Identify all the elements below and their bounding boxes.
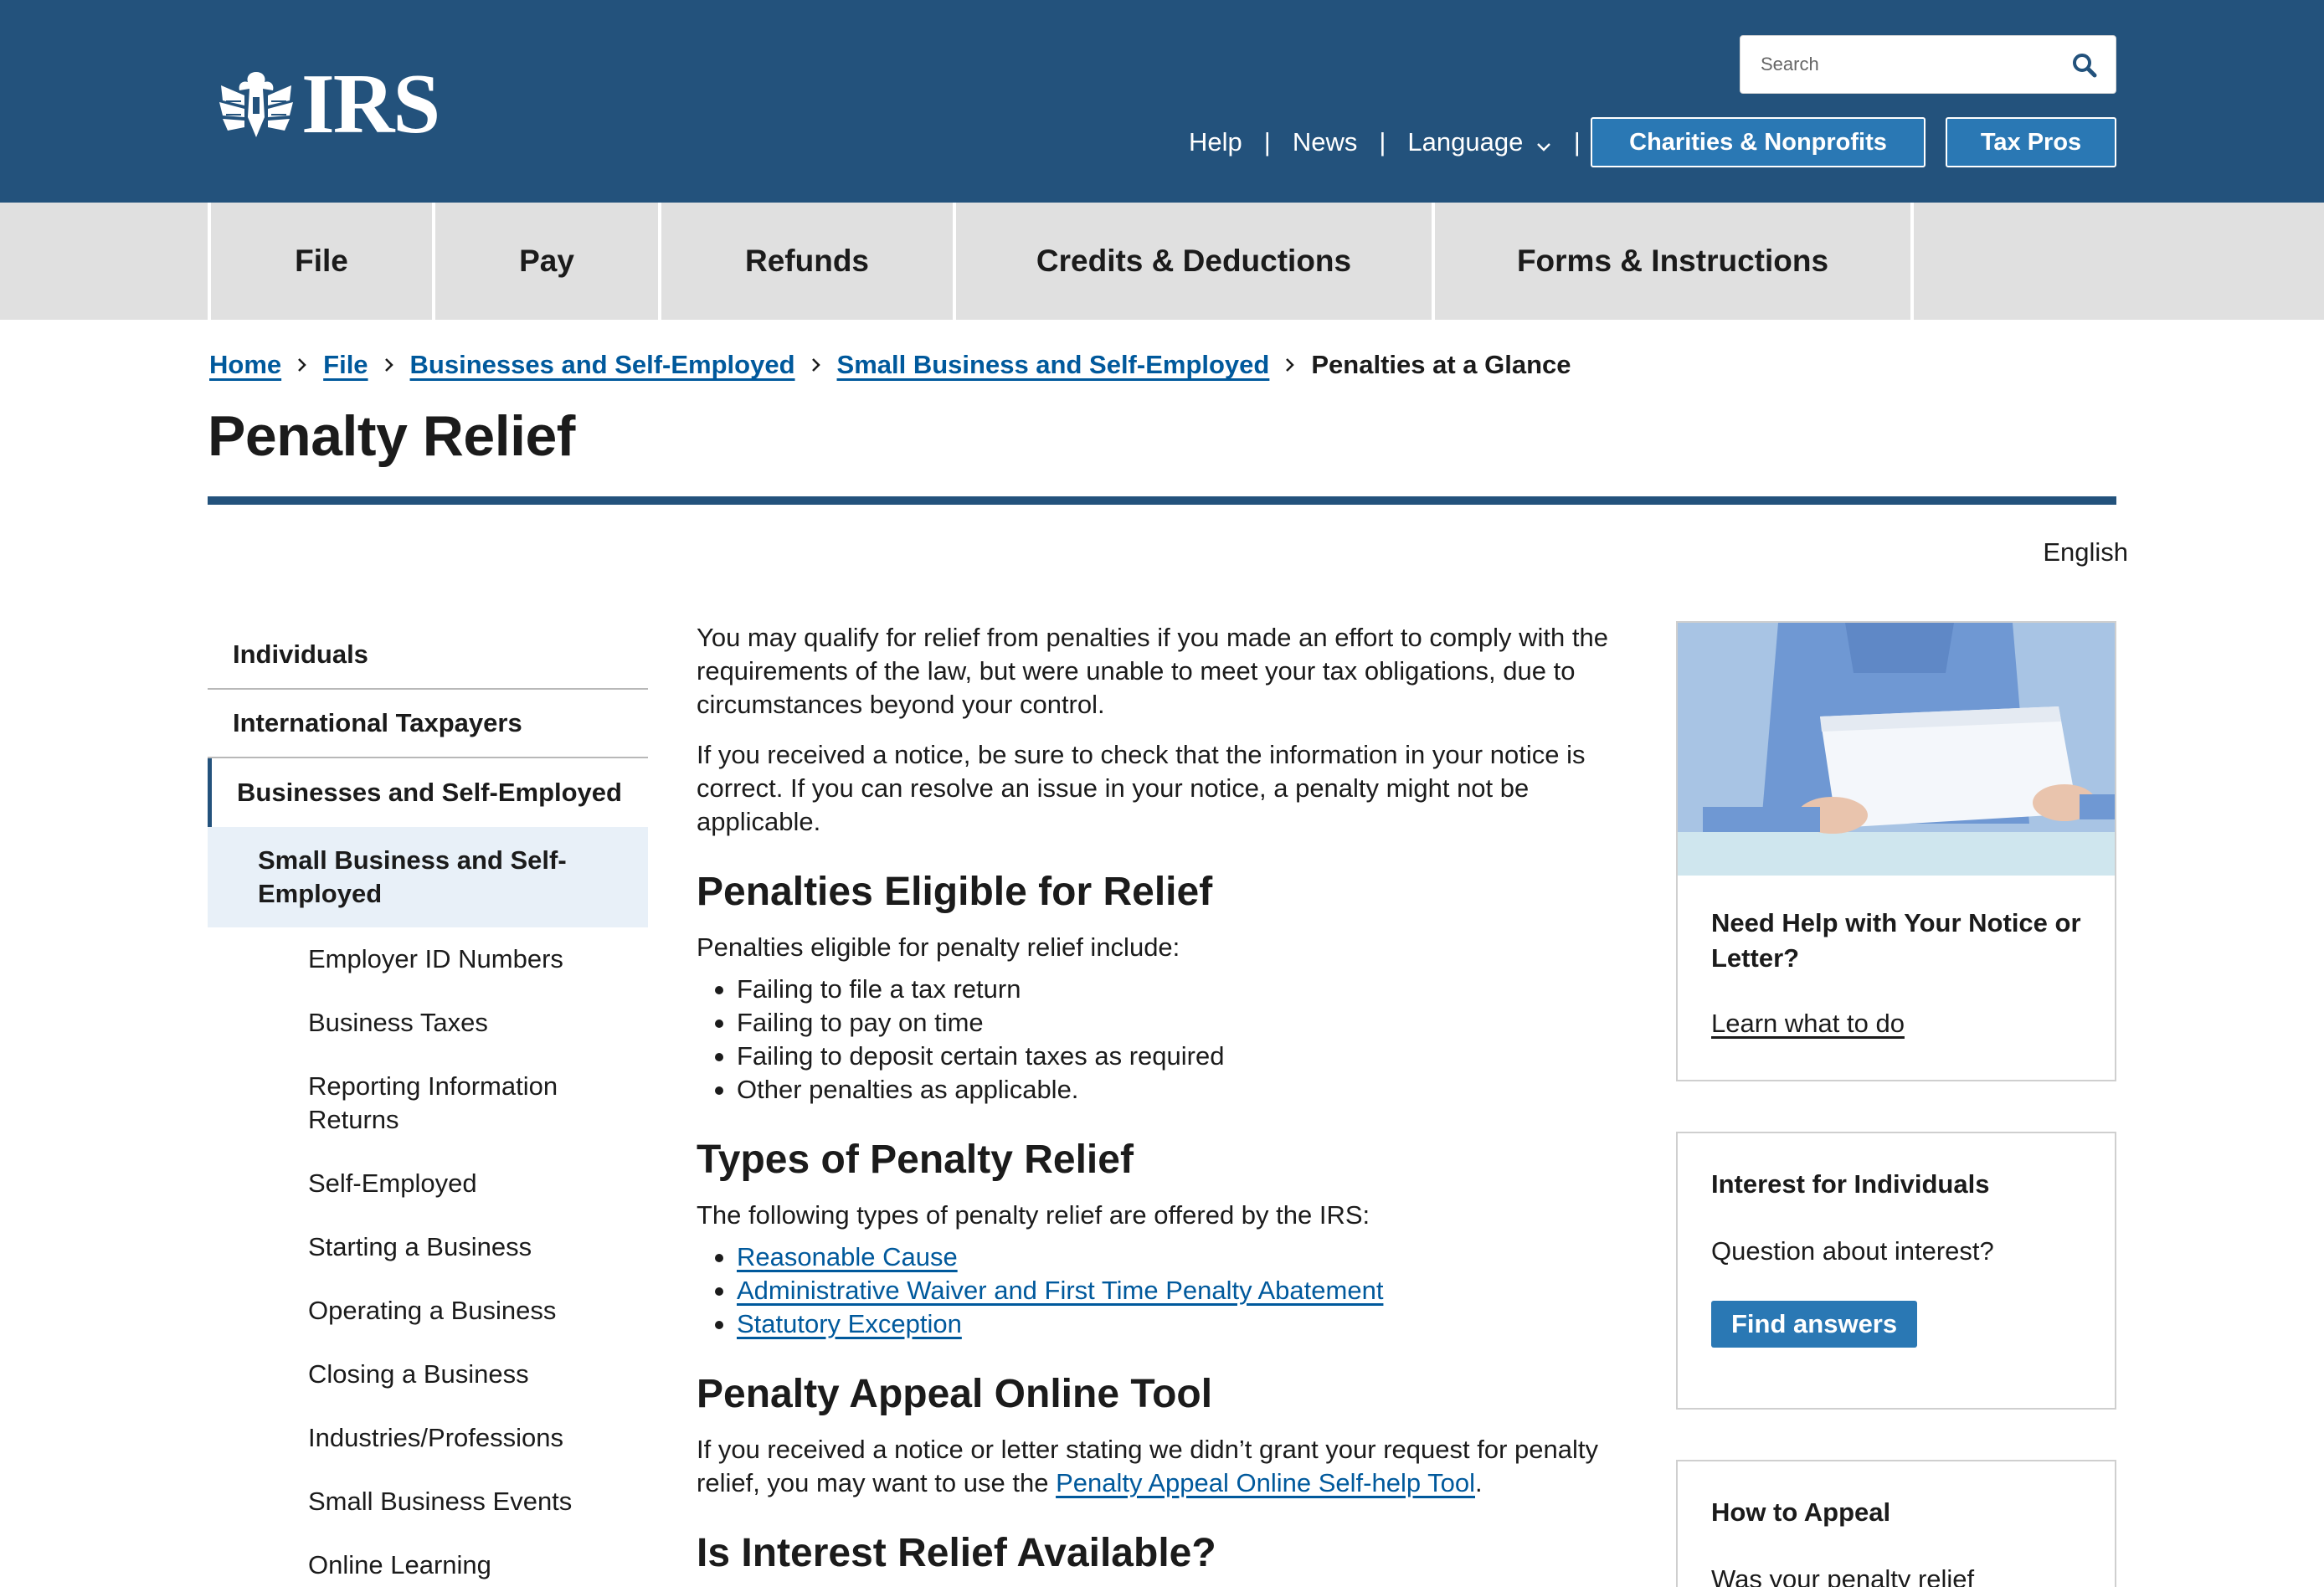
notice-help-card: Need Help with Your Notice or Letter? Le… <box>1676 621 2116 1081</box>
page-title: Penalty Relief <box>208 404 575 468</box>
search-box <box>1740 35 2116 94</box>
interest-card: Interest for Individuals Question about … <box>1676 1132 2116 1410</box>
sidebar-subitem-employer-id[interactable]: Employer ID Numbers <box>208 927 648 991</box>
site-header: IRS Help | News | Language | Charities &… <box>0 0 2324 203</box>
logo-text: IRS <box>301 57 440 152</box>
sidebar-subitem-industries[interactable]: Industries/Professions <box>208 1406 648 1470</box>
sidebar-nav: Individuals International Taxpayers Busi… <box>208 621 648 1587</box>
types-list: Reasonable Cause Administrative Waiver a… <box>697 1240 1659 1341</box>
nav-item-file[interactable]: File <box>208 203 432 320</box>
list-item: Failing to file a tax return <box>697 973 1659 1006</box>
help-link[interactable]: Help <box>1189 127 1242 157</box>
breadcrumb-small-business[interactable]: Small Business and Self-Employed <box>837 350 1270 380</box>
breadcrumb-current: Penalties at a Glance <box>1311 350 1571 379</box>
sidebar-item-businesses[interactable]: Businesses and Self-Employed <box>208 758 648 827</box>
list-item: Failing to pay on time <box>697 1006 1659 1040</box>
card-title: Need Help with Your Notice or Letter? <box>1711 908 2081 973</box>
news-link[interactable]: News <box>1293 127 1358 157</box>
statutory-exception-link[interactable]: Statutory Exception <box>737 1309 962 1338</box>
card-text: Question about interest? <box>1711 1236 1994 1266</box>
nav-divider <box>1910 203 1914 320</box>
breadcrumb-home[interactable]: Home <box>209 350 281 380</box>
nav-item-credits-deductions[interactable]: Credits & Deductions <box>953 203 1432 320</box>
chevron-down-icon <box>1536 142 1550 152</box>
sidebar-item-individuals[interactable]: Individuals <box>208 621 648 690</box>
learn-what-to-do-link[interactable]: Learn what to do <box>1711 1009 1905 1038</box>
nav-item-forms-instructions[interactable]: Forms & Instructions <box>1432 203 1910 320</box>
notice-photo <box>1678 623 2115 876</box>
tax-pros-button[interactable]: Tax Pros <box>1946 117 2116 167</box>
appeal-text-end: . <box>1475 1468 1483 1497</box>
search-button[interactable] <box>2070 51 2099 80</box>
language-toggle[interactable]: English <box>2043 537 2128 568</box>
appeal-paragraph: If you received a notice or letter stati… <box>697 1433 1659 1500</box>
eligible-intro: Penalties eligible for penalty relief in… <box>697 932 1180 962</box>
heading-types-relief: Types of Penalty Relief <box>697 1138 1134 1182</box>
heading-interest-relief: Is Interest Relief Available? <box>697 1531 1216 1575</box>
heading-penalties-eligible: Penalties Eligible for Relief <box>697 870 1213 914</box>
list-item: Reasonable Cause <box>697 1240 1659 1274</box>
language-dropdown[interactable]: Language <box>1407 127 1551 157</box>
sidebar-subitem-business-taxes[interactable]: Business Taxes <box>208 991 648 1055</box>
list-item: Other penalties as applicable. <box>697 1073 1659 1107</box>
chevron-right-icon <box>1286 358 1295 372</box>
language-label: Language <box>1407 127 1524 157</box>
breadcrumb-file[interactable]: File <box>323 350 368 380</box>
intro-paragraph: You may qualify for relief from penaltie… <box>697 623 1608 719</box>
nav-item-refunds[interactable]: Refunds <box>658 203 953 320</box>
utility-nav: Help | News | Language | <box>1189 117 1602 167</box>
sidebar-subitem-operating[interactable]: Operating a Business <box>208 1279 648 1343</box>
nav-item-pay[interactable]: Pay <box>432 203 658 320</box>
chevron-right-icon <box>811 358 820 372</box>
sidebar-subitem-self-employed[interactable]: Self-Employed <box>208 1152 648 1215</box>
sidebar-subitem-starting[interactable]: Starting a Business <box>208 1215 648 1279</box>
heading-appeal-tool: Penalty Appeal Online Tool <box>697 1372 1213 1416</box>
administrative-waiver-link[interactable]: Administrative Waiver and First Time Pen… <box>737 1276 1383 1305</box>
find-answers-button[interactable]: Find answers <box>1711 1301 1918 1348</box>
appeal-tool-link[interactable]: Penalty Appeal Online Self-help Tool <box>1056 1468 1475 1497</box>
chevron-right-icon <box>384 358 393 372</box>
list-item: Administrative Waiver and First Time Pen… <box>697 1274 1659 1307</box>
sidebar-item-small-business[interactable]: Small Business and Self-Employed <box>208 827 648 927</box>
card-title: How to Appeal <box>1711 1497 1891 1527</box>
main-navigation: File Pay Refunds Credits & Deductions Fo… <box>0 203 2324 320</box>
sidebar-subitem-online-learning[interactable]: Online Learning <box>208 1533 648 1587</box>
breadcrumb: Home File Businesses and Self-Employed S… <box>209 350 1571 380</box>
eagle-icon <box>219 72 293 137</box>
sidebar-subitem-closing[interactable]: Closing a Business <box>208 1343 648 1406</box>
sidebar-subitem-reporting-returns[interactable]: Reporting Information Returns <box>208 1055 648 1152</box>
search-icon <box>2073 54 2097 78</box>
charities-nonprofits-button[interactable]: Charities & Nonprofits <box>1591 117 1926 167</box>
separator: | <box>1379 127 1386 157</box>
card-title: Interest for Individuals <box>1711 1169 1990 1199</box>
chevron-right-icon <box>298 358 306 372</box>
title-divider <box>208 496 2116 505</box>
card-text: Was your penalty relief <box>1711 1564 1975 1587</box>
list-item: Failing to deposit certain taxes as requ… <box>697 1040 1659 1073</box>
search-input[interactable] <box>1740 36 2050 93</box>
sidebar-item-international[interactable]: International Taxpayers <box>208 690 648 758</box>
how-to-appeal-card: How to Appeal Was your penalty relief <box>1676 1460 2116 1587</box>
list-item: Statutory Exception <box>697 1307 1659 1341</box>
notice-paragraph: If you received a notice, be sure to che… <box>697 740 1586 836</box>
sidebar-subitem-events[interactable]: Small Business Events <box>208 1470 648 1533</box>
separator: | <box>1263 127 1271 157</box>
breadcrumb-businesses[interactable]: Businesses and Self-Employed <box>410 350 795 380</box>
main-content: You may qualify for relief from penaltie… <box>697 621 1659 1587</box>
irs-logo[interactable]: IRS <box>216 57 440 152</box>
eligible-list: Failing to file a tax return Failing to … <box>697 973 1659 1107</box>
separator: | <box>1573 127 1581 157</box>
reasonable-cause-link[interactable]: Reasonable Cause <box>737 1242 958 1271</box>
types-intro: The following types of penalty relief ar… <box>697 1200 1370 1230</box>
